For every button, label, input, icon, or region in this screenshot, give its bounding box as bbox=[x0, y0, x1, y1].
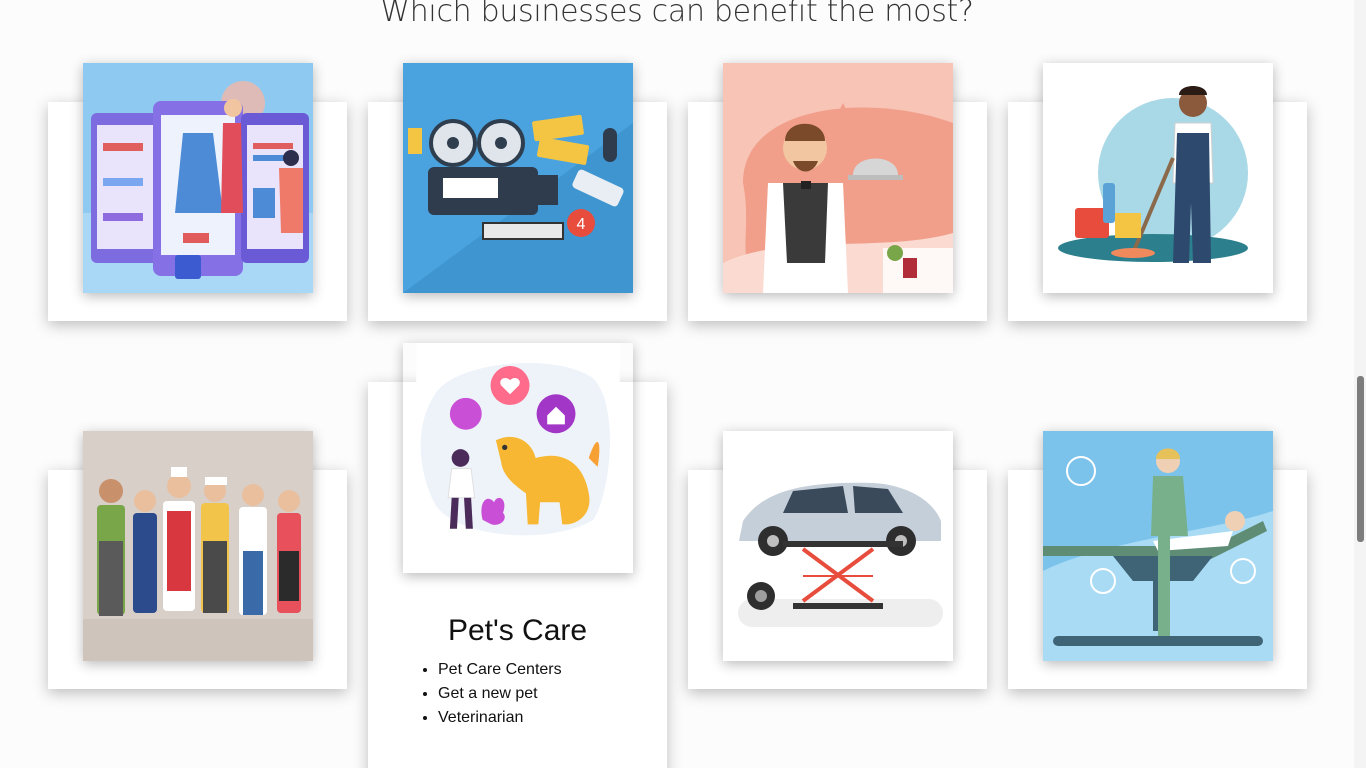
online-shopping-illustration bbox=[83, 63, 313, 293]
list-item: Veterinarian bbox=[438, 706, 562, 730]
cleaner-illustration bbox=[1043, 63, 1273, 293]
services-list: Pet Care Centers Get a new pet Veterinar… bbox=[438, 658, 562, 730]
scrollbar-thumb[interactable] bbox=[1357, 376, 1364, 542]
waiter-illustration bbox=[723, 63, 953, 293]
spa-treatment-illustration bbox=[1043, 431, 1273, 661]
cinema-illustration: 4 bbox=[403, 63, 633, 293]
pet-care-illustration bbox=[403, 343, 633, 573]
list-item: Get a new pet bbox=[438, 682, 562, 706]
car-lift-illustration bbox=[723, 431, 953, 661]
svg-text:4: 4 bbox=[577, 216, 586, 233]
workers-group-illustration bbox=[83, 431, 313, 661]
section-heading: Which businesses can benefit the most? bbox=[380, 0, 974, 29]
card-title: Pet's Care bbox=[447, 614, 588, 647]
list-item: Pet Care Centers bbox=[438, 658, 562, 682]
